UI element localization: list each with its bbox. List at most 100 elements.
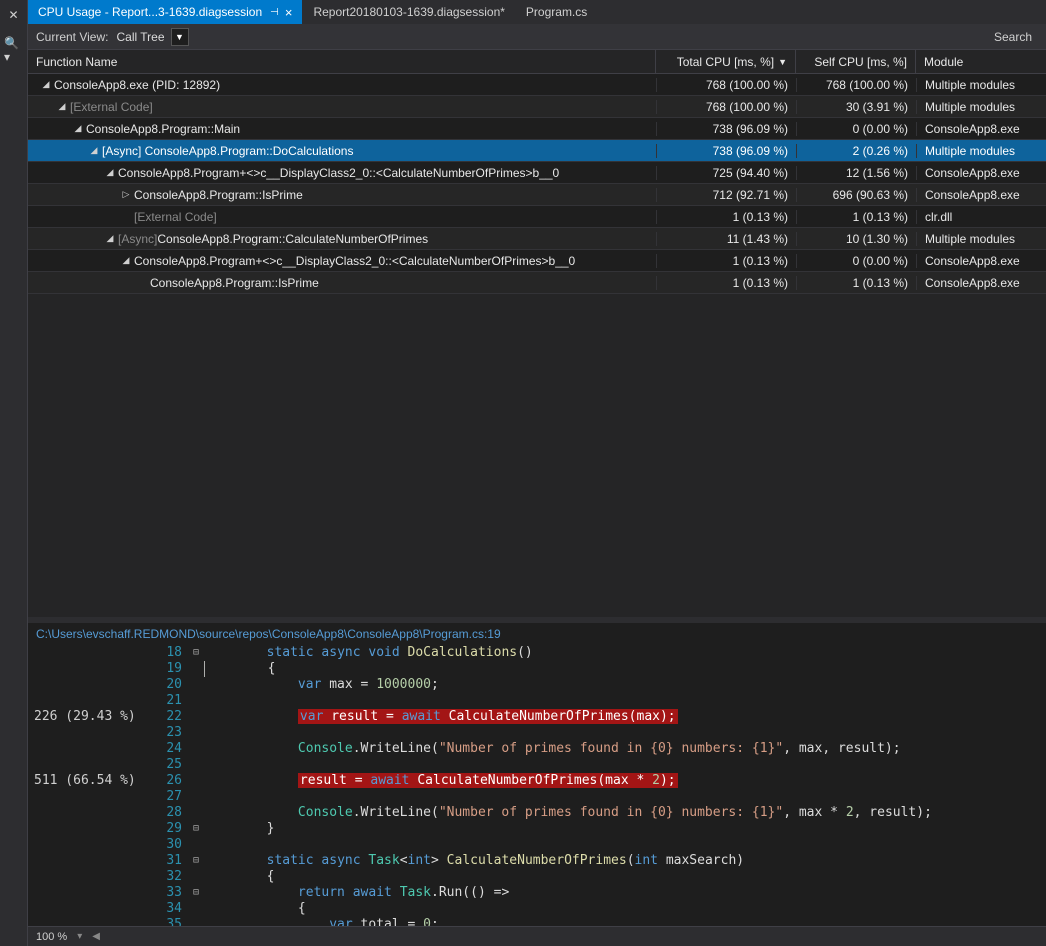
fold-toggle-icon [188, 917, 204, 926]
zoom-chevron-icon[interactable]: ▾ [77, 931, 82, 942]
calltree-header: Function Name Total CPU [ms, %]▼ Self CP… [28, 50, 1046, 74]
calltree-row[interactable]: ConsoleApp8.Program::IsPrime 1 (0.13 %)1 … [28, 272, 1046, 294]
code-editor[interactable]: static async void DoCalculations() { var… [204, 645, 1046, 926]
code-line[interactable]: var result = await CalculateNumberOfPrim… [204, 709, 1046, 725]
total-cpu-cell: 11 (1.43 %) [656, 232, 796, 246]
code-line[interactable]: var total = 0; [204, 917, 1046, 926]
module-cell: Multiple modules [916, 144, 1046, 158]
total-cpu-cell: 1 (0.13 %) [656, 210, 796, 224]
code-line[interactable]: var max = 1000000; [204, 677, 1046, 693]
function-name: ConsoleApp8.Program::IsPrime [150, 276, 319, 290]
code-line[interactable]: } [204, 821, 1046, 837]
self-cpu-cell: 1 (0.13 %) [796, 276, 916, 290]
fold-toggle-icon [188, 661, 204, 677]
code-line[interactable]: { [204, 869, 1046, 885]
calltree-row[interactable]: ◢ConsoleApp8.exe (PID: 12892)768 (100.00… [28, 74, 1046, 96]
chevron-down-icon[interactable]: ▼ [171, 28, 189, 46]
fold-toggle-icon[interactable]: ⊟ [188, 645, 204, 661]
calltree-row[interactable]: ◢[External Code]768 (100.00 %)30 (3.91 %… [28, 96, 1046, 118]
column-function-name[interactable]: Function Name [28, 50, 656, 73]
total-cpu-cell: 768 (100.00 %) [656, 100, 796, 114]
metrics-gutter: 226 (29.43 %)511 (66.54 %) [28, 645, 138, 926]
fold-toggle-icon [188, 789, 204, 805]
line-metric [28, 901, 138, 917]
code-line[interactable]: return await Task.Run(() => [204, 885, 1046, 901]
self-cpu-cell: 0 (0.00 %) [796, 122, 916, 136]
fold-toggle-icon [188, 837, 204, 853]
search-dropdown-icon[interactable]: 🔍▾ [0, 32, 27, 68]
line-metric [28, 741, 138, 757]
expander-icon[interactable]: ◢ [120, 255, 132, 266]
fold-toggle-icon [188, 901, 204, 917]
calltree-row[interactable]: ▷ConsoleApp8.Program::IsPrime712 (92.71 … [28, 184, 1046, 206]
fold-toggle-icon[interactable]: ⊟ [188, 821, 204, 837]
code-line[interactable] [204, 725, 1046, 741]
search-link[interactable]: Search [994, 30, 1038, 44]
code-line[interactable]: result = await CalculateNumberOfPrimes(m… [204, 773, 1046, 789]
function-name: ConsoleApp8.exe (PID: 12892) [54, 78, 220, 92]
code-line[interactable]: Console.WriteLine("Number of primes foun… [204, 741, 1046, 757]
close-tab-icon[interactable]: × [285, 5, 293, 20]
current-view-label: Current View: [36, 30, 108, 44]
file-path-link[interactable]: C:\Users\evschaff.REDMOND\source\repos\C… [28, 623, 1046, 645]
document-tab[interactable]: Program.cs [516, 0, 598, 24]
total-cpu-cell: 712 (92.71 %) [656, 188, 796, 202]
line-metric: 511 (66.54 %) [28, 773, 138, 789]
line-number: 35 [138, 917, 188, 926]
calltree-row[interactable]: ◢[Async] ConsoleApp8.Program::DoCalculat… [28, 140, 1046, 162]
calltree-row[interactable]: [External Code]1 (0.13 %)1 (0.13 %)clr.d… [28, 206, 1046, 228]
total-cpu-cell: 725 (94.40 %) [656, 166, 796, 180]
self-cpu-cell: 10 (1.30 %) [796, 232, 916, 246]
column-module[interactable]: Module [916, 50, 1046, 73]
fold-toggle-icon [188, 773, 204, 789]
line-metric [28, 805, 138, 821]
fold-toggle-icon[interactable]: ⊟ [188, 885, 204, 901]
line-number-gutter: 1819202122232425262728293031323334353637… [138, 645, 188, 926]
code-line[interactable]: Console.WriteLine("Number of primes foun… [204, 805, 1046, 821]
code-line[interactable]: static async void DoCalculations() [204, 645, 1046, 661]
fold-toggle-icon [188, 725, 204, 741]
total-cpu-cell: 1 (0.13 %) [656, 276, 796, 290]
code-line[interactable] [204, 757, 1046, 773]
line-number: 23 [138, 725, 188, 741]
row-prefix: [Async] [118, 232, 157, 246]
fold-toggle-icon[interactable]: ⊟ [188, 853, 204, 869]
expander-icon[interactable]: ◢ [104, 167, 116, 178]
expander-icon[interactable]: ◢ [72, 123, 84, 134]
close-icon[interactable]: ✕ [4, 4, 22, 26]
code-line[interactable]: { [204, 901, 1046, 917]
nav-back-icon[interactable]: ◀ [92, 931, 100, 942]
calltree-row[interactable]: ◢ConsoleApp8.Program+<>c__DisplayClass2_… [28, 250, 1046, 272]
expander-icon[interactable]: ◢ [104, 233, 116, 244]
column-total-cpu[interactable]: Total CPU [ms, %]▼ [656, 50, 796, 73]
code-line[interactable] [204, 789, 1046, 805]
current-view-dropdown[interactable]: Call Tree ▼ [116, 28, 188, 46]
expander-icon[interactable]: ◢ [40, 79, 52, 90]
document-tab[interactable]: CPU Usage - Report...3-1639.diagsession⊣… [28, 0, 303, 24]
sort-desc-icon: ▼ [778, 57, 787, 67]
code-line[interactable] [204, 693, 1046, 709]
calltree-row[interactable]: ◢ConsoleApp8.Program+<>c__DisplayClass2_… [28, 162, 1046, 184]
line-number: 34 [138, 901, 188, 917]
pin-icon[interactable]: ⊣ [270, 7, 279, 18]
line-number: 22 [138, 709, 188, 725]
code-line[interactable]: static async Task<int> CalculateNumberOf… [204, 853, 1046, 869]
calltree-row[interactable]: ◢[Async] ConsoleApp8.Program::CalculateN… [28, 228, 1046, 250]
expander-icon[interactable]: ◢ [88, 145, 100, 156]
line-number: 26 [138, 773, 188, 789]
code-line[interactable] [204, 837, 1046, 853]
left-rail: ✕ 🔍▾ [0, 0, 28, 946]
line-metric [28, 661, 138, 677]
expander-icon[interactable]: ▷ [120, 189, 132, 200]
line-number: 25 [138, 757, 188, 773]
expander-icon[interactable]: ◢ [56, 101, 68, 112]
code-line[interactable]: { [204, 661, 1046, 677]
document-tab[interactable]: Report20180103-1639.diagsession* [303, 0, 515, 24]
module-cell: ConsoleApp8.exe [916, 122, 1046, 136]
code-preview-pane: C:\Users\evschaff.REDMOND\source\repos\C… [28, 623, 1046, 946]
module-cell: ConsoleApp8.exe [916, 254, 1046, 268]
column-self-cpu[interactable]: Self CPU [ms, %] [796, 50, 916, 73]
module-cell: ConsoleApp8.exe [916, 276, 1046, 290]
zoom-level[interactable]: 100 % [36, 931, 67, 943]
calltree-row[interactable]: ◢ConsoleApp8.Program::Main738 (96.09 %)0… [28, 118, 1046, 140]
